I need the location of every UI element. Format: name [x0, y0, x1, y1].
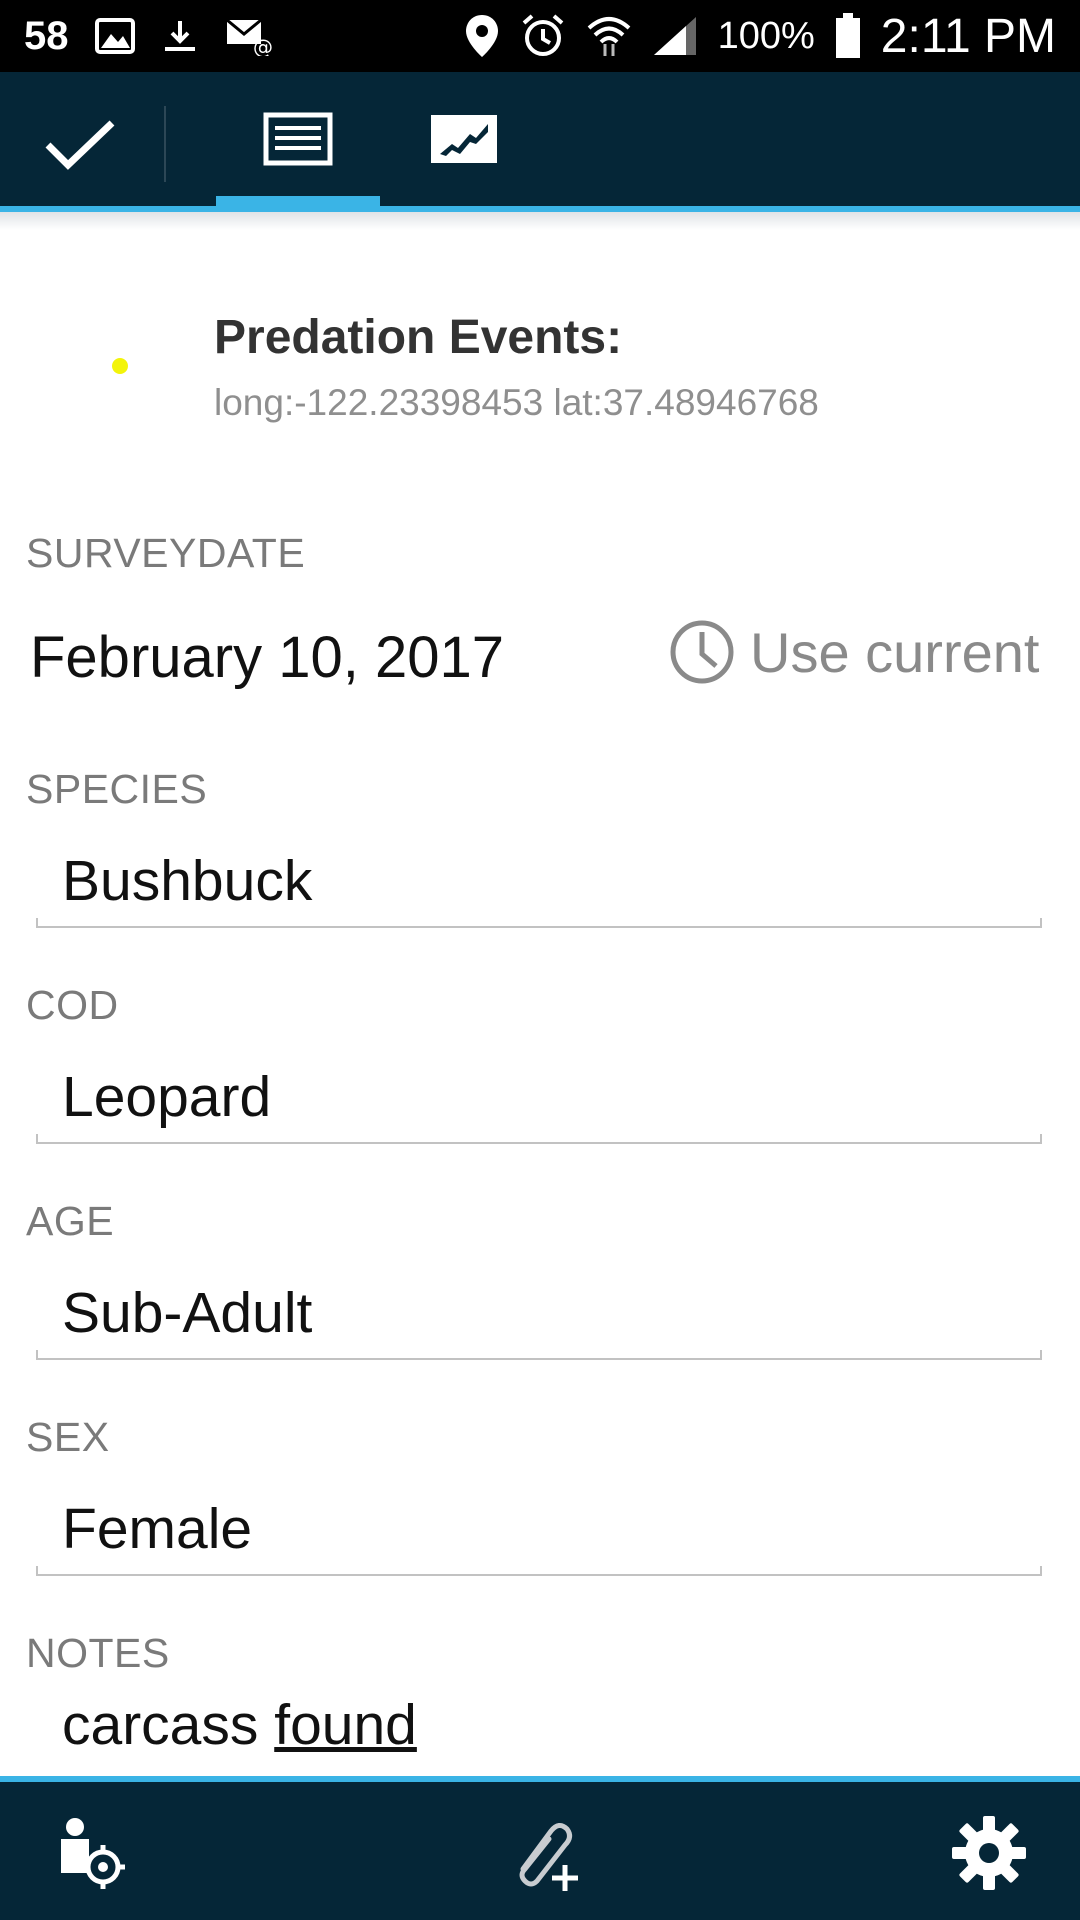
age-underline: [36, 1350, 1042, 1360]
settings-button[interactable]: [934, 1798, 1044, 1908]
action-bar: [0, 72, 1080, 212]
wifi-icon: [586, 14, 632, 58]
location-dot-icon: [112, 358, 128, 374]
action-bar-divider: [164, 106, 166, 182]
age-field[interactable]: Sub-Adult: [62, 1280, 312, 1346]
species-label: SPECIES: [26, 766, 208, 812]
bottom-bar-accent-line: [0, 1776, 1080, 1782]
done-button[interactable]: [30, 100, 130, 190]
locate-user-icon: [61, 1818, 125, 1889]
species-field[interactable]: Bushbuck: [62, 848, 312, 914]
notes-label: NOTES: [26, 1630, 170, 1676]
sex-label: SEX: [26, 1414, 110, 1460]
svg-text:@: @: [253, 35, 273, 56]
settings-icon: [952, 1816, 1026, 1890]
clock-icon: [670, 620, 734, 684]
notes-text-underlined: found: [274, 1693, 417, 1757]
map-icon: [431, 115, 497, 163]
email-icon: @: [225, 16, 273, 56]
add-attachment-button[interactable]: [488, 1798, 598, 1908]
species-underline: [36, 918, 1042, 928]
locate-user-button[interactable]: [38, 1798, 148, 1908]
cod-label: COD: [26, 982, 119, 1028]
location-icon: [464, 13, 500, 59]
surveydate-value[interactable]: February 10, 2017: [30, 624, 504, 691]
battery-percent: 100%: [717, 14, 815, 57]
form-coordinates: long:-122.23398453 lat:37.48946768: [214, 382, 819, 423]
battery-icon: [835, 13, 861, 59]
clock-time: 2:11 PM: [880, 9, 1056, 63]
cod-underline: [36, 1134, 1042, 1144]
tab-form[interactable]: [216, 72, 380, 206]
notification-count: 58: [24, 13, 69, 58]
surveydate-label: SURVEYDATE: [26, 530, 306, 576]
form-icon: [263, 112, 333, 166]
download-icon: [161, 17, 199, 55]
use-current-button[interactable]: Use current: [668, 618, 1039, 686]
alarm-icon: [520, 13, 566, 59]
notes-field[interactable]: carcass found: [62, 1692, 417, 1758]
form-title: Predation Events:: [214, 311, 623, 364]
age-label: AGE: [26, 1198, 115, 1244]
tab-map[interactable]: [412, 72, 516, 206]
bottom-bar: [0, 1776, 1080, 1920]
image-icon: [94, 18, 135, 54]
header-shadow: [0, 212, 1080, 230]
attach-add-icon: [519, 1823, 578, 1891]
signal-icon: [652, 15, 698, 57]
check-icon: [45, 120, 115, 170]
status-bar: 58 @ 100% 2:11 PM: [0, 0, 1080, 72]
use-current-label: Use current: [750, 620, 1040, 684]
sex-underline: [36, 1566, 1042, 1576]
sex-field[interactable]: Female: [62, 1496, 252, 1562]
notes-text: carcass: [62, 1693, 275, 1757]
cod-field[interactable]: Leopard: [62, 1064, 271, 1130]
